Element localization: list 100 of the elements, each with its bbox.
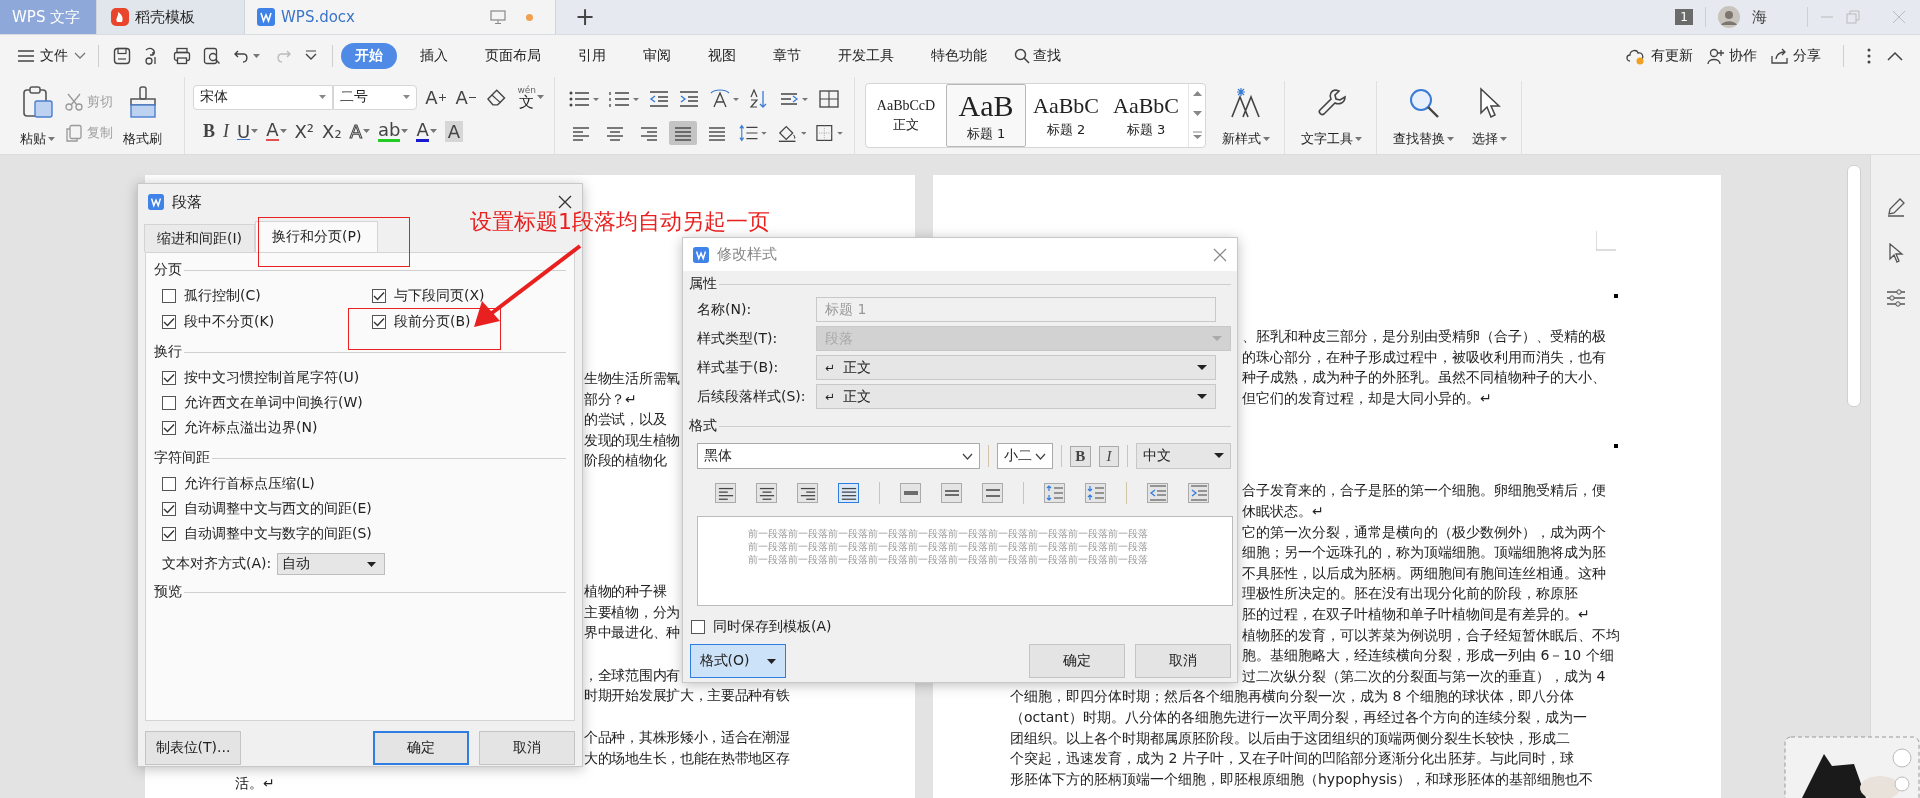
shading-icon[interactable] [776,123,807,143]
format-button[interactable] [797,483,818,503]
avatar[interactable] [1718,6,1740,28]
style-preset[interactable]: AaBbC 标题 2 [1026,84,1106,147]
caret-icon[interactable] [253,53,260,59]
style-preset[interactable]: AaBbC 标题 3 [1106,84,1186,147]
format-menu-button[interactable]: 格式(O) [690,644,786,678]
ribbon-tab[interactable]: 页面布局 [471,43,555,69]
spacing-icon[interactable] [779,90,809,108]
dialog-button[interactable]: 取消 [479,731,575,765]
format-button[interactable] [982,483,1003,503]
font-size-select[interactable]: 小二 [996,443,1053,469]
ribbon-tab[interactable]: 特色功能 [917,43,1001,69]
command-button[interactable]: 新样式 [1220,81,1285,154]
checkbox[interactable] [372,289,386,303]
format-button[interactable] [838,483,859,503]
style-field[interactable]: ↵ 正文 [816,355,1216,380]
dialog-tab[interactable]: 缩进和间距(I) [144,224,256,252]
monitor-icon[interactable] [490,9,506,25]
checkbox[interactable] [162,371,176,385]
paste-button[interactable]: 粘贴 [18,81,57,154]
font-size-select[interactable]: 二号 [332,84,418,110]
font-format-button[interactable]: B [201,119,217,143]
alignment-select[interactable]: 自动 [277,553,386,575]
format-button[interactable] [715,483,736,503]
bulleted-list-icon[interactable] [569,91,599,107]
ribbon-tab[interactable]: 引用 [564,43,620,69]
dialog-button[interactable]: 制表位(T)... [145,731,241,765]
line-spacing-icon[interactable] [739,124,767,142]
font-format-button[interactable]: A [442,119,466,143]
ribbon-tab[interactable]: 视图 [694,43,750,69]
checkbox[interactable] [162,289,176,303]
format-button[interactable] [756,483,777,503]
text-direction-icon[interactable] [709,89,739,109]
style-field[interactable]: ↵ 正文 [816,384,1216,409]
ribbon-tab[interactable]: 章节 [759,43,815,69]
checkbox[interactable] [162,502,176,516]
search-button[interactable]: 查找 [1014,47,1061,65]
close-icon[interactable] [558,195,572,209]
bold-button[interactable]: B [1069,445,1091,467]
file-menu[interactable]: 文件 [18,47,86,65]
checkbox[interactable] [162,421,176,435]
command-button[interactable]: 选择 [1470,81,1522,154]
font-size-step-button[interactable]: A [453,85,478,109]
checkbox[interactable] [162,527,176,541]
scroll-down-icon[interactable] [1192,111,1202,117]
count-badge[interactable]: 1 [1675,9,1693,25]
font-size-step-button[interactable]: A [423,85,448,109]
script-select[interactable]: 中文 [1136,443,1231,469]
expand-icon[interactable] [1192,131,1202,140]
style-preset[interactable]: AaB 标题 1 [946,84,1026,147]
checkbox[interactable] [162,396,176,410]
command-button[interactable]: 文字工具 [1299,81,1377,154]
phonetic-guide-button[interactable]: wén 文 [515,82,546,112]
save-icon[interactable] [113,47,131,65]
scroll-up-icon[interactable] [1192,91,1202,97]
ribbon-tab[interactable]: 插入 [406,43,462,69]
font-select[interactable]: 黑体 [697,443,980,469]
action-button[interactable]: 分享 [1771,47,1821,65]
increase-indent-icon[interactable] [679,91,699,107]
action-button[interactable]: 协作 [1707,47,1757,65]
format-painter-button[interactable]: 格式刷 [121,81,164,154]
sort-icon[interactable] [749,89,769,109]
font-format-button[interactable]: ab [375,119,411,143]
eraser-icon[interactable] [485,87,508,107]
decrease-indent-icon[interactable] [649,91,669,107]
checkbox[interactable] [162,477,176,491]
checkbox[interactable] [162,315,176,329]
scrollbar[interactable] [1847,165,1861,407]
borders-icon[interactable] [816,124,844,142]
action-button[interactable]: 有更新 [1625,47,1693,65]
title-tab[interactable]: WPS.docx [245,0,556,34]
font-format-button[interactable]: A [264,119,289,143]
sliders-icon[interactable] [1885,289,1906,307]
font-format-button[interactable]: A [414,119,439,143]
dialog-tab[interactable]: 换行和分页(P) [255,221,379,252]
title-tab[interactable]: 稻壳模板 [97,0,245,34]
font-format-button[interactable]: X² [292,119,317,143]
font-format-button[interactable]: U [235,119,261,143]
format-button[interactable] [941,483,962,503]
more-icon[interactable] [1866,47,1872,65]
ribbon-tab[interactable]: 审阅 [629,43,685,69]
font-format-button[interactable]: X₂ [320,119,344,143]
command-button[interactable]: 查找替换 [1391,81,1456,154]
new-tab-button[interactable]: + [556,0,614,34]
collapse-icon[interactable] [1886,50,1904,62]
italic-button[interactable]: I [1098,445,1120,467]
print-icon[interactable] [173,47,191,65]
checkbox[interactable] [372,315,386,329]
checkbox[interactable] [691,620,705,634]
cursor-icon[interactable] [1887,243,1904,263]
align-button[interactable] [669,121,697,145]
table-icon[interactable] [819,90,839,108]
dialog-button[interactable]: 取消 [1135,644,1231,678]
numbered-list-icon[interactable] [609,91,639,107]
print-preview-icon[interactable] [203,47,221,65]
font-format-button[interactable]: I [221,119,231,143]
ribbon-tab[interactable]: 开发工具 [824,43,908,69]
style-preset[interactable]: AaBbCcD 正文 [866,84,946,147]
font-select[interactable]: 宋体 [193,84,333,110]
